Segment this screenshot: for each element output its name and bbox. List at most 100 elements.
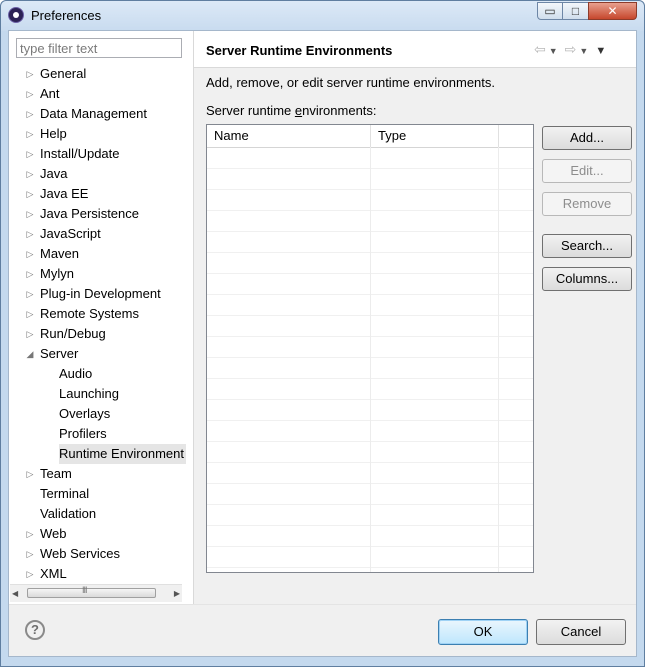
tree-item[interactable]: ◢ Server (9, 344, 192, 364)
tree-item-label: Java (40, 166, 68, 181)
tree-horizontal-scrollbar[interactable]: ◀ III ▶ (10, 584, 182, 602)
footer-divider (9, 604, 636, 605)
tree-item[interactable]: ▷ Mylyn (9, 264, 192, 284)
tree-item[interactable]: Terminal (9, 484, 192, 504)
edit-button[interactable]: Edit... (542, 159, 632, 183)
preferences-tree: ▷ General ▷ Ant ▷ Data Management ▷ Help ▷ Instal… (9, 64, 192, 584)
back-arrow-icon[interactable]: ⇦ (534, 41, 546, 58)
window-title: Preferences (31, 8, 102, 23)
title-bar[interactable]: Preferences ▭ □ ✕ (1, 1, 644, 31)
view-menu-icon[interactable]: ▼ (595, 45, 606, 57)
collapsed-arrow-icon[interactable]: ▷ (25, 124, 35, 144)
tree-item-label: Data Management (40, 106, 147, 121)
tree-item-label: Install/Update (40, 146, 120, 161)
tree-item[interactable]: ▷ Install/Update (9, 144, 192, 164)
dialog-body: ▷ General ▷ Ant ▷ Data Management ▷ Help ▷ Instal… (8, 30, 637, 657)
collapsed-arrow-icon[interactable]: ▷ (25, 304, 35, 324)
collapsed-arrow-icon[interactable]: ▷ (25, 104, 35, 124)
tree-item[interactable]: Profilers (9, 424, 192, 444)
tree-item[interactable]: ▷ XML (9, 564, 192, 584)
tree-item[interactable]: ▷ Web Services (9, 544, 192, 564)
tree-item-label: Audio (59, 366, 93, 381)
search-button[interactable]: Search... (542, 234, 632, 258)
table-label-prefix: Server runtime (206, 103, 295, 118)
columns-button[interactable]: Columns... (542, 267, 632, 291)
collapsed-arrow-icon[interactable]: ▷ (25, 204, 35, 224)
collapsed-arrow-icon[interactable]: ▷ (25, 564, 35, 584)
tree-item-label: Remote Systems (40, 306, 139, 321)
tree-item-label: Team (40, 466, 72, 481)
remove-button[interactable]: Remove (542, 192, 632, 216)
cancel-button[interactable]: Cancel (536, 619, 626, 645)
column-header-type[interactable]: Type (371, 125, 499, 147)
help-icon[interactable]: ? (25, 620, 45, 640)
add-button[interactable]: Add... (542, 126, 632, 150)
tree-item[interactable]: ▷ Java EE (9, 184, 192, 204)
tree-item-label: JavaScript (40, 226, 101, 241)
tree-item[interactable]: ▷ JavaScript (9, 224, 192, 244)
tree-item-label: Mylyn (40, 266, 74, 281)
preference-page: Server Runtime Environments ⇦ ▼ ⇨ ▼ ▼ Add, r… (194, 31, 636, 604)
tree-item[interactable]: ▷ Java (9, 164, 192, 184)
tree-item-label: Java EE (40, 186, 89, 201)
tree-item-label: Run/Debug (40, 326, 106, 341)
tree-item[interactable]: ▷ Team (9, 464, 192, 484)
close-button[interactable]: ✕ (588, 2, 637, 20)
collapsed-arrow-icon[interactable]: ▷ (25, 544, 35, 564)
runtime-environments-table[interactable]: Name Type (206, 124, 534, 573)
collapsed-arrow-icon[interactable]: ▷ (25, 184, 35, 204)
collapsed-arrow-icon[interactable]: ▷ (25, 464, 35, 484)
column-header-name[interactable]: Name (207, 125, 371, 147)
maximize-button[interactable]: □ (562, 2, 589, 20)
tree-item-label: Launching (59, 386, 119, 401)
tree-item[interactable]: ▷ Java Persistence (9, 204, 192, 224)
tree-item[interactable]: ▷ Web (9, 524, 192, 544)
scroll-thumb[interactable]: III (27, 585, 156, 598)
scroll-right-arrow-icon[interactable]: ▶ (174, 585, 180, 602)
collapsed-arrow-icon[interactable]: ▷ (25, 64, 35, 84)
tree-item[interactable]: Runtime Environment (9, 444, 192, 464)
table-column-separator (498, 147, 499, 572)
tree-item[interactable]: Validation (9, 504, 192, 524)
tree-item[interactable]: ▷ Remote Systems (9, 304, 192, 324)
collapsed-arrow-icon[interactable]: ▷ (25, 284, 35, 304)
tree-item[interactable]: ▷ Run/Debug (9, 324, 192, 344)
expanded-arrow-icon[interactable]: ◢ (25, 344, 35, 364)
tree-item[interactable]: ▷ Ant (9, 84, 192, 104)
collapsed-arrow-icon[interactable]: ▷ (25, 524, 35, 544)
tree-item[interactable]: ▷ Data Management (9, 104, 192, 124)
forward-dropdown-icon[interactable]: ▼ (579, 46, 588, 56)
tree-item[interactable]: Overlays (9, 404, 192, 424)
table-header: Name Type (207, 125, 533, 148)
tree-item[interactable]: Launching (9, 384, 192, 404)
tree-item-label: Runtime Environment (59, 444, 186, 464)
collapsed-arrow-icon[interactable]: ▷ (25, 84, 35, 104)
collapsed-arrow-icon[interactable]: ▷ (25, 244, 35, 264)
minimize-button[interactable]: ▭ (537, 2, 563, 20)
scroll-grip-icon: III (82, 585, 87, 595)
page-title: Server Runtime Environments (206, 43, 393, 58)
tree-item[interactable]: ▷ General (9, 64, 192, 84)
table-column-separator (370, 147, 371, 572)
preferences-window: Preferences ▭ □ ✕ ▷ General ▷ Ant ▷ Data Mana… (0, 0, 645, 667)
filter-input[interactable] (16, 38, 182, 58)
tree-item-label: Plug-in Development (40, 286, 161, 301)
tree-item-label: Terminal (40, 486, 90, 501)
forward-arrow-icon[interactable]: ⇨ (565, 41, 577, 58)
scroll-left-arrow-icon[interactable]: ◀ (12, 585, 18, 602)
collapsed-arrow-icon[interactable]: ▷ (25, 224, 35, 244)
tree-item[interactable]: Audio (9, 364, 192, 384)
navigation-pane: ▷ General ▷ Ant ▷ Data Management ▷ Help ▷ Instal… (9, 31, 194, 604)
collapsed-arrow-icon[interactable]: ▷ (25, 264, 35, 284)
tree-item[interactable]: ▷ Plug-in Development (9, 284, 192, 304)
collapsed-arrow-icon[interactable]: ▷ (25, 144, 35, 164)
tree-item[interactable]: ▷ Help (9, 124, 192, 144)
tree-item[interactable]: ▷ Maven (9, 244, 192, 264)
ok-button[interactable]: OK (438, 619, 528, 645)
back-dropdown-icon[interactable]: ▼ (549, 46, 558, 56)
collapsed-arrow-icon[interactable]: ▷ (25, 164, 35, 184)
tree-item-label: General (40, 66, 87, 81)
page-description: Add, remove, or edit server runtime envi… (206, 75, 496, 90)
collapsed-arrow-icon[interactable]: ▷ (25, 324, 35, 344)
table-label-suffix: nvironments: (302, 103, 377, 118)
